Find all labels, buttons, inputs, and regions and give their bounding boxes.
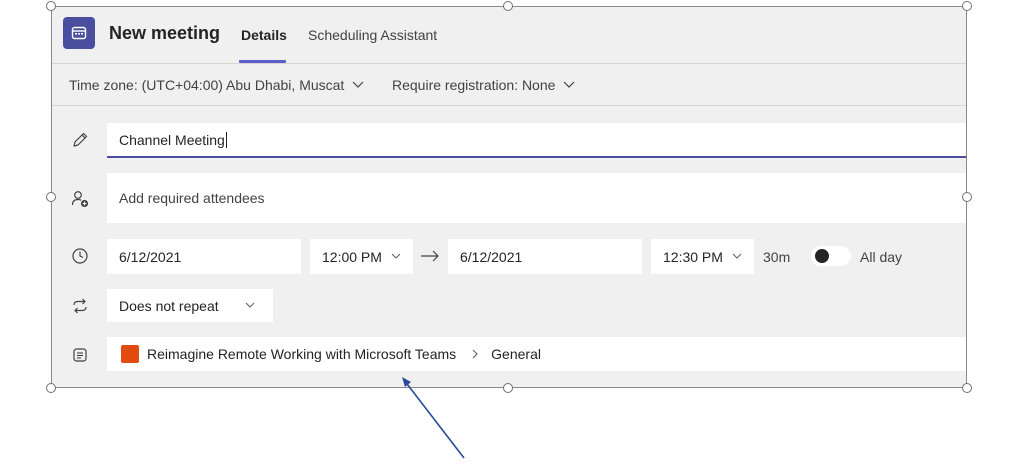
start-time-dropdown[interactable]: 12:00 PM xyxy=(310,239,413,274)
dialog-header: New meeting Details Scheduling Assistant xyxy=(52,7,966,63)
repeat-dropdown[interactable]: Does not repeat xyxy=(107,289,273,322)
timezone-label: Time zone: (UTC+04:00) Abu Dhabi, Muscat xyxy=(69,77,345,93)
meeting-title-input[interactable]: Channel Meeting xyxy=(107,123,966,158)
page-title: New meeting xyxy=(109,23,221,43)
calendar-icon xyxy=(63,17,95,49)
arrow-right-icon xyxy=(420,249,440,268)
registration-label: Require registration: None xyxy=(392,77,556,93)
toolbar-divider xyxy=(52,105,966,106)
end-time-value: 12:30 PM xyxy=(663,248,723,265)
chevron-down-icon xyxy=(245,302,255,308)
toggle-knob xyxy=(815,249,829,263)
end-date-picker[interactable]: 6/12/2021 xyxy=(448,239,642,274)
resize-handle-bottom-left[interactable] xyxy=(46,383,56,393)
chevron-down-icon xyxy=(391,253,401,259)
all-day-label: All day xyxy=(860,249,903,265)
resize-handle-bottom[interactable] xyxy=(503,383,513,393)
start-time-value: 12:00 PM xyxy=(322,248,382,265)
all-day-toggle[interactable] xyxy=(811,246,851,266)
start-date-value: 6/12/2021 xyxy=(119,248,182,265)
repeat-value: Does not repeat xyxy=(119,297,219,314)
new-meeting-dialog: New meeting Details Scheduling Assistant… xyxy=(51,6,967,388)
chevron-down-icon xyxy=(563,81,575,88)
end-time-dropdown[interactable]: 12:30 PM xyxy=(651,239,754,274)
meeting-title-value: Channel Meeting xyxy=(119,131,225,148)
repeat-icon xyxy=(70,296,90,316)
channel-icon xyxy=(70,345,90,365)
chevron-down-icon xyxy=(732,253,742,259)
attendees-placeholder: Add required attendees xyxy=(119,190,265,206)
duration-label: 30m xyxy=(763,249,791,265)
registration-dropdown[interactable]: Require registration: None xyxy=(392,77,575,93)
text-cursor xyxy=(225,131,227,148)
resize-handle-top[interactable] xyxy=(503,1,513,11)
chevron-down-icon xyxy=(352,81,364,88)
resize-handle-top-left[interactable] xyxy=(46,1,56,11)
header-divider xyxy=(52,63,966,64)
chevron-right-icon xyxy=(472,349,478,359)
timezone-dropdown[interactable]: Time zone: (UTC+04:00) Abu Dhabi, Muscat xyxy=(69,77,364,93)
resize-handle-left[interactable] xyxy=(46,192,56,202)
attendees-input[interactable]: Add required attendees xyxy=(107,173,966,223)
resize-handle-top-right[interactable] xyxy=(962,1,972,11)
tab-scheduling-assistant[interactable]: Scheduling Assistant xyxy=(308,27,437,43)
add-attendee-icon xyxy=(70,189,90,209)
clock-icon xyxy=(70,246,90,266)
team-logo xyxy=(121,345,139,363)
channel-selector[interactable]: Reimagine Remote Working with Microsoft … xyxy=(107,337,966,371)
channel-name: General xyxy=(491,346,541,362)
pencil-icon xyxy=(70,130,90,150)
start-date-picker[interactable]: 6/12/2021 xyxy=(107,239,301,274)
end-date-value: 6/12/2021 xyxy=(460,248,523,265)
annotation-arrow-icon xyxy=(402,377,465,459)
channel-team-name: Reimagine Remote Working with Microsoft … xyxy=(147,346,457,362)
resize-handle-bottom-right[interactable] xyxy=(962,383,972,393)
tab-details[interactable]: Details xyxy=(241,27,287,43)
resize-handle-right[interactable] xyxy=(962,192,972,202)
